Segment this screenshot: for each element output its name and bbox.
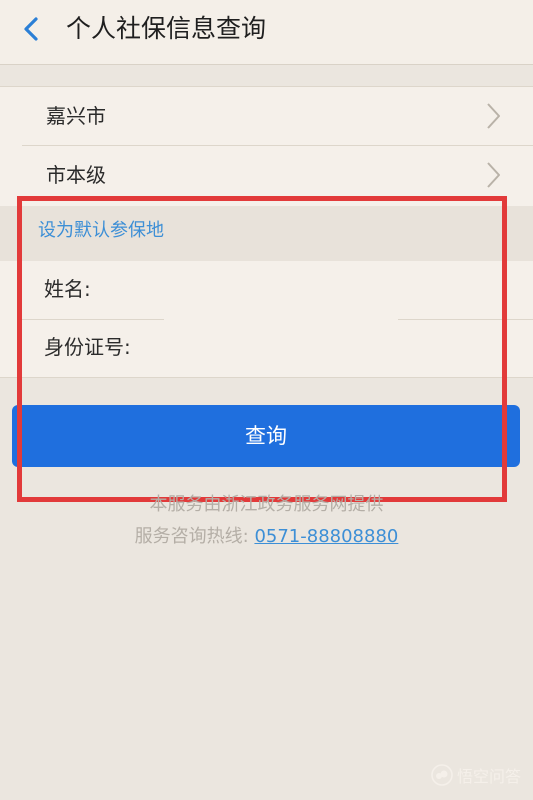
name-label: 姓名: <box>44 277 91 301</box>
query-button[interactable]: 查询 <box>12 405 520 467</box>
city-select-row[interactable]: 嘉兴市 <box>22 87 533 146</box>
chevron-right-icon <box>483 101 503 131</box>
hotline-label: 服务咨询热线: <box>134 526 249 547</box>
district-value: 市本级 <box>46 163 106 187</box>
cloud-logo-icon <box>431 764 453 786</box>
chevron-right-icon <box>483 160 503 190</box>
watermark-text: 悟空问答 <box>456 767 521 786</box>
hotline-number-link[interactable]: 0571-88808880 <box>254 526 398 547</box>
name-input[interactable] <box>118 274 502 306</box>
hotline-line: 服务咨询热线: 0571-88808880 <box>0 524 533 550</box>
form-divider <box>22 319 164 320</box>
service-provider-note: 本服务由浙江政务服务网提供 <box>149 494 384 515</box>
back-chevron-icon[interactable] <box>18 15 46 43</box>
set-default-location-link[interactable]: 设为默认参保地 <box>38 217 164 245</box>
city-value: 嘉兴市 <box>46 104 106 128</box>
id-number-input[interactable] <box>150 332 502 364</box>
id-number-label: 身份证号: <box>44 335 131 359</box>
district-select-row[interactable]: 市本级 <box>22 146 533 204</box>
watermark: 悟空问答 <box>431 762 521 788</box>
page-title: 个人社保信息查询 <box>66 14 267 43</box>
form-divider <box>398 319 533 320</box>
